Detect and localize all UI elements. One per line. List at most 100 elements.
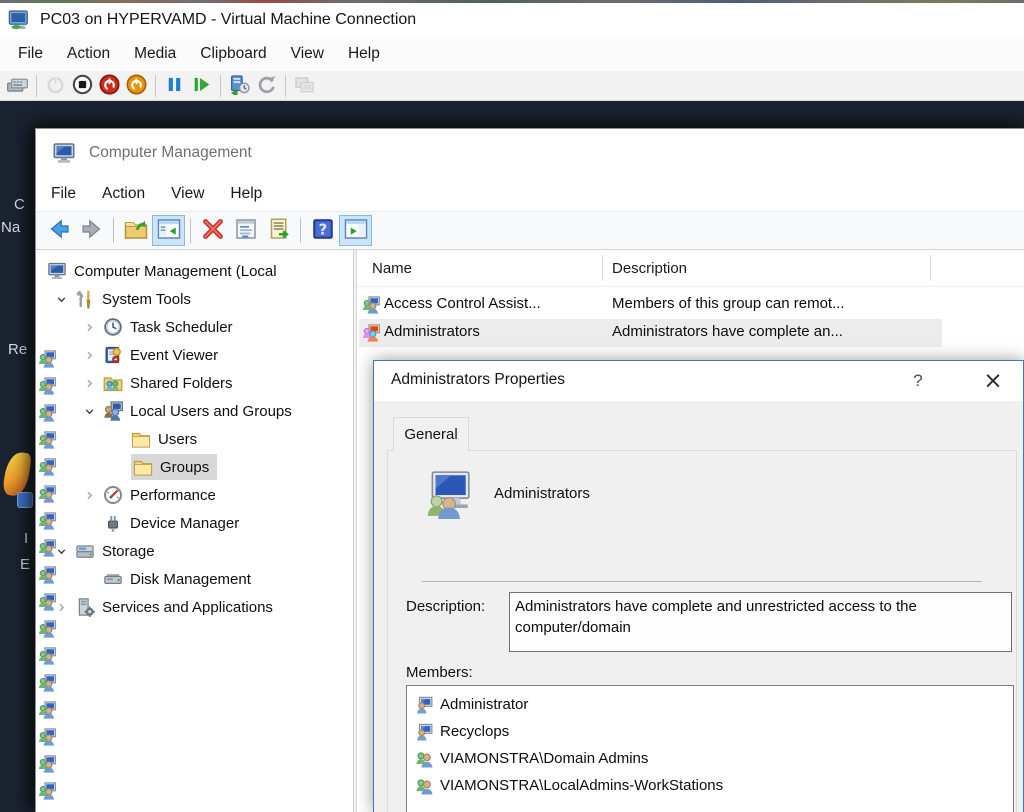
member-name: VIAMONSTRA\LocalAdmins-WorkStations	[440, 777, 723, 794]
member-row-administrator[interactable]: Administrator	[407, 691, 1013, 718]
tree-item-storage[interactable]: Storage	[37, 537, 353, 565]
dialog-help-button[interactable]: ?	[901, 366, 935, 396]
chevron-down-icon[interactable]	[47, 291, 75, 307]
list-header: Name Description	[357, 250, 1024, 287]
tree-item-label: Local Users and Groups	[130, 403, 292, 420]
export-list-button[interactable]	[262, 215, 295, 246]
column-header-name[interactable]: Name	[372, 260, 412, 277]
computer-icon	[47, 261, 67, 281]
occluded-row-icons	[38, 350, 57, 812]
cm-menu-view[interactable]: View	[158, 176, 217, 211]
delete-button[interactable]	[196, 215, 229, 246]
ctrl-alt-del-button[interactable]	[4, 72, 31, 99]
device-icon	[103, 513, 123, 533]
group-pc-icon	[38, 377, 56, 395]
tree-item-computer-management-local[interactable]: Computer Management (Local	[37, 257, 353, 285]
member-row-viamonstra-localadmins-workstations[interactable]: VIAMONSTRA\LocalAdmins-WorkStations	[407, 772, 1013, 799]
tree-item-label: Performance	[130, 487, 216, 504]
column-header-description[interactable]: Description	[612, 260, 687, 277]
back-icon	[47, 217, 71, 244]
action-pane-button[interactable]	[339, 215, 372, 246]
chevron-right-icon[interactable]	[75, 347, 103, 363]
tab-general[interactable]: General	[393, 417, 469, 451]
event-icon	[103, 345, 123, 365]
list-row-access-control-assist[interactable]: Access Control Assist...Members of this …	[357, 291, 1024, 319]
desktop-fragment: Re	[8, 341, 27, 358]
desktop-icon-fragment	[2, 451, 32, 498]
tree-item-shared-folders[interactable]: Shared Folders	[37, 369, 353, 397]
group-pc-icon	[38, 512, 56, 530]
forward-button[interactable]	[75, 215, 108, 246]
toolbar-separator	[300, 218, 301, 243]
folder-icon	[131, 429, 151, 449]
back-button[interactable]	[42, 215, 75, 246]
chevron-down-icon[interactable]	[75, 403, 103, 419]
enhanced-session-button[interactable]	[291, 72, 318, 99]
properties-button[interactable]	[229, 215, 262, 246]
console-tree-icon	[157, 217, 181, 244]
list-rows: Access Control Assist...Members of this …	[357, 287, 1024, 347]
dialog-close-button[interactable]: ×	[970, 363, 1016, 399]
tab-page-general: Administrators Description: Administrato…	[387, 450, 1017, 812]
shut-down-icon	[99, 74, 120, 98]
tree-item-performance[interactable]: Performance	[37, 481, 353, 509]
vmconnect-menu-clipboard[interactable]: Clipboard	[188, 37, 278, 71]
tree-item-event-viewer[interactable]: Event Viewer	[37, 341, 353, 369]
group-pc-icon	[38, 350, 56, 368]
pause-button[interactable]	[161, 72, 188, 99]
tree-item-device-manager[interactable]: Device Manager	[37, 509, 353, 537]
up-folder-button[interactable]	[119, 215, 152, 246]
tree-item-system-tools[interactable]: System Tools	[37, 285, 353, 313]
desktop-fragment: I	[24, 530, 28, 547]
user-pc-icon	[415, 723, 433, 741]
users-icon	[103, 401, 123, 421]
column-divider[interactable]	[930, 255, 931, 281]
toolbar-separator	[220, 75, 221, 97]
group-icon	[415, 777, 433, 795]
list-row-administrators[interactable]: AdministratorsAdministrators have comple…	[357, 319, 1024, 347]
description-label: Description:	[406, 598, 485, 615]
tree-item-groups[interactable]: Groups	[37, 453, 353, 481]
vmconnect-titlebar: PC03 on HYPERVAMD - Virtual Machine Conn…	[0, 3, 1024, 37]
members-listbox[interactable]: AdministratorRecyclopsVIAMONSTRA\Domain …	[406, 685, 1014, 812]
cm-menubar: FileActionViewHelp	[36, 176, 1024, 212]
console-tree-pane: Computer Management (LocalSystem ToolsTa…	[37, 250, 353, 812]
group-pc-icon	[38, 593, 56, 611]
toolbar-separator	[285, 75, 286, 97]
vmconnect-menu-file[interactable]: File	[6, 37, 55, 71]
vmconnect-menu-action[interactable]: Action	[55, 37, 122, 71]
chevron-right-icon[interactable]	[75, 375, 103, 391]
cm-window-title: Computer Management	[89, 144, 252, 162]
cm-menu-help[interactable]: Help	[217, 176, 275, 211]
tree-item-task-scheduler[interactable]: Task Scheduler	[37, 313, 353, 341]
revert-button[interactable]	[253, 72, 280, 99]
column-divider[interactable]	[602, 255, 603, 281]
chevron-right-icon[interactable]	[75, 487, 103, 503]
cm-menu-file[interactable]: File	[38, 176, 89, 211]
save-button[interactable]	[123, 72, 150, 99]
tree-item-local-users-and-groups[interactable]: Local Users and Groups	[37, 397, 353, 425]
chevron-right-icon[interactable]	[75, 319, 103, 335]
tree-item-disk-management[interactable]: Disk Management	[37, 565, 353, 593]
cm-menu-action[interactable]: Action	[89, 176, 158, 211]
checkpoint-button[interactable]	[226, 72, 253, 99]
help-icon: ?	[311, 217, 335, 244]
console-tree-button[interactable]	[152, 215, 185, 246]
vmconnect-menu-media[interactable]: Media	[122, 37, 188, 71]
turn-off-button[interactable]	[69, 72, 96, 99]
description-field[interactable]: Administrators have complete and unrestr…	[509, 592, 1012, 652]
tree-item-services-and-applications[interactable]: Services and Applications	[37, 593, 353, 621]
tree-item-users[interactable]: Users	[37, 425, 353, 453]
vmconnect-menu-help[interactable]: Help	[336, 37, 392, 71]
separator-line	[422, 581, 982, 582]
start-button[interactable]	[42, 72, 69, 99]
forward-icon	[80, 217, 104, 244]
shut-down-button[interactable]	[96, 72, 123, 99]
member-row-viamonstra-domain-admins[interactable]: VIAMONSTRA\Domain Admins	[407, 745, 1013, 772]
expander-spacer	[75, 515, 103, 531]
help-button[interactable]: ?	[306, 215, 339, 246]
member-row-recyclops[interactable]: Recyclops	[407, 718, 1013, 745]
tree-item-label: Storage	[102, 543, 155, 560]
reset-button[interactable]	[188, 72, 215, 99]
vmconnect-menu-view[interactable]: View	[279, 37, 336, 71]
